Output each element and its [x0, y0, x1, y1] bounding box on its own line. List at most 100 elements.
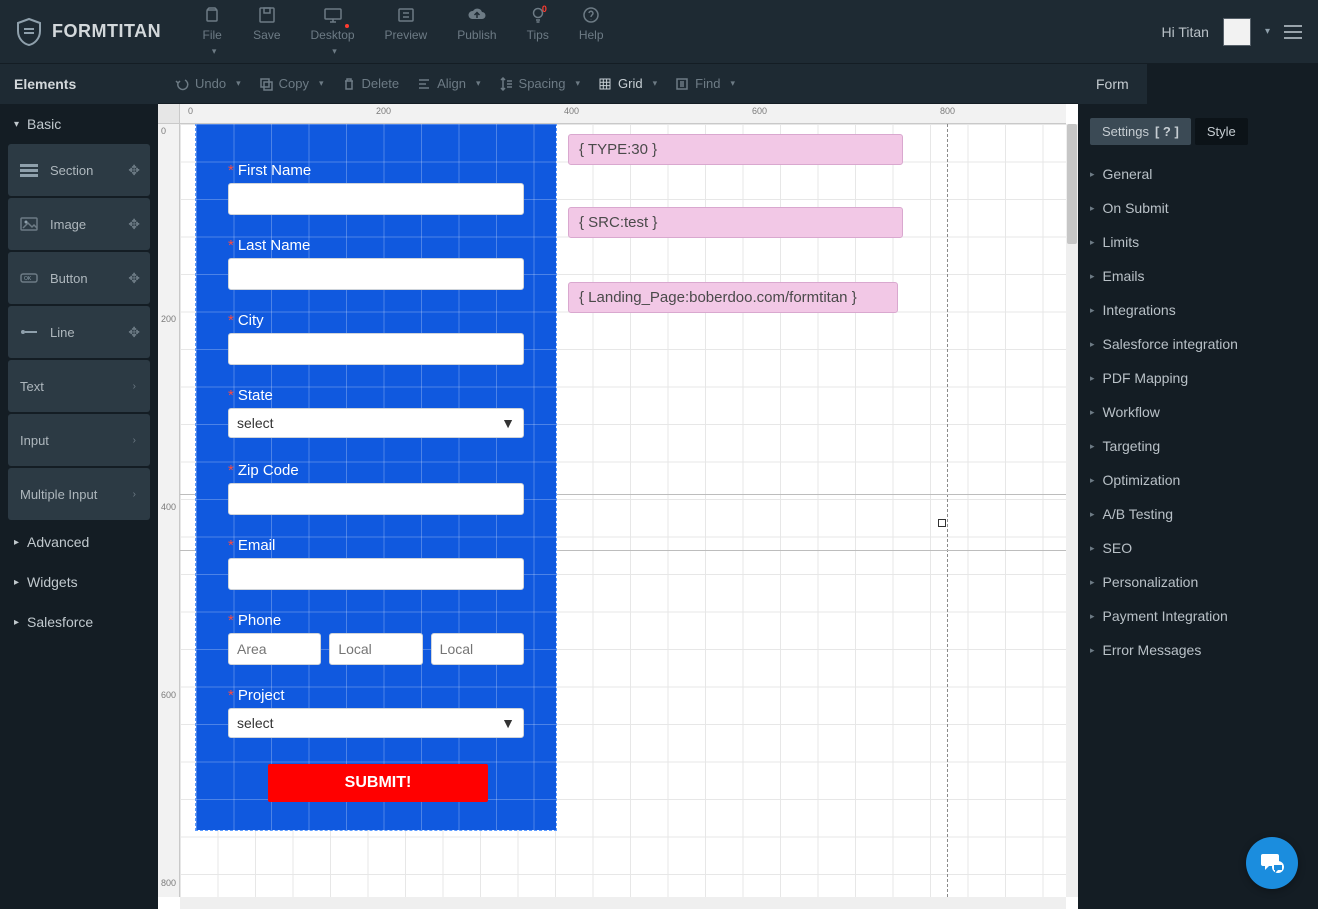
- spacing-button[interactable]: Spacing: [499, 76, 581, 91]
- prop-ab-testing[interactable]: A/B Testing: [1090, 497, 1306, 531]
- input-phone-area[interactable]: [228, 633, 321, 665]
- submit-button[interactable]: SUBMIT!: [268, 764, 488, 802]
- desktop-menu[interactable]: Desktop: [311, 6, 355, 57]
- hidden-field-landing[interactable]: { Landing_Page:boberdoo.com/formtitan }: [568, 282, 898, 313]
- prop-on-submit[interactable]: On Submit: [1090, 191, 1306, 225]
- prop-payment-integration[interactable]: Payment Integration: [1090, 599, 1306, 633]
- form-section[interactable]: *First Name *Last Name *City *State sele…: [196, 124, 556, 830]
- grid-button[interactable]: Grid: [598, 76, 657, 91]
- property-list: General On Submit Limits Emails Integrat…: [1078, 151, 1318, 673]
- elem-image[interactable]: Image✥: [8, 198, 150, 250]
- prop-personalization[interactable]: Personalization: [1090, 565, 1306, 599]
- svg-text:OK: OK: [24, 276, 32, 282]
- top-actions: File Save Desktop Preview Publish Tips 0…: [201, 6, 603, 57]
- category-salesforce[interactable]: Salesforce: [0, 602, 158, 642]
- top-right: Hi Titan ▾: [1162, 18, 1303, 46]
- prop-limits[interactable]: Limits: [1090, 225, 1306, 259]
- tips-button[interactable]: Tips 0: [527, 6, 549, 57]
- preview-button[interactable]: Preview: [385, 6, 428, 57]
- help-button[interactable]: Help: [579, 6, 604, 57]
- label-zip: *Zip Code: [228, 462, 524, 479]
- prop-general[interactable]: General: [1090, 157, 1306, 191]
- field-email[interactable]: *Email: [228, 537, 524, 590]
- prop-workflow[interactable]: Workflow: [1090, 395, 1306, 429]
- prop-pdf-mapping[interactable]: PDF Mapping: [1090, 361, 1306, 395]
- prop-integrations[interactable]: Integrations: [1090, 293, 1306, 327]
- subtab-settings[interactable]: Settings[ ? ]: [1090, 118, 1191, 145]
- find-button[interactable]: Find: [675, 76, 735, 91]
- hidden-field-src[interactable]: { SRC:test }: [568, 207, 903, 238]
- input-zip[interactable]: [228, 483, 524, 515]
- file-menu[interactable]: File: [201, 6, 223, 57]
- scrollbar-thumb[interactable]: [1067, 124, 1077, 244]
- find-icon: [675, 77, 689, 91]
- scrollbar-horizontal[interactable]: [180, 897, 1066, 909]
- field-state[interactable]: *State select▼: [228, 387, 524, 438]
- caret-right-icon: [1090, 271, 1095, 282]
- field-project[interactable]: *Project select▼: [228, 687, 524, 738]
- user-dropdown-icon[interactable]: ▾: [1265, 26, 1270, 37]
- input-phone-local2[interactable]: [431, 633, 524, 665]
- caret-right-icon: [14, 537, 19, 548]
- elem-line[interactable]: Line✥: [8, 306, 150, 358]
- prop-targeting[interactable]: Targeting: [1090, 429, 1306, 463]
- caret-right-icon: [1090, 509, 1095, 520]
- canvas: 0 200 400 600 800 0 200 400 600 800 *Fir…: [158, 104, 1078, 909]
- select-state[interactable]: select▼: [228, 408, 524, 438]
- subtab-style[interactable]: Style: [1195, 118, 1248, 145]
- field-zip[interactable]: *Zip Code: [228, 462, 524, 515]
- input-phone-local1[interactable]: [329, 633, 422, 665]
- save-button[interactable]: Save: [253, 6, 280, 57]
- right-tabs: Form: [1078, 64, 1318, 104]
- canvas-inner[interactable]: *First Name *Last Name *City *State sele…: [180, 124, 1066, 897]
- input-first-name[interactable]: [228, 183, 524, 215]
- align-icon: [417, 77, 431, 91]
- elem-text[interactable]: Text›: [8, 360, 150, 412]
- desktop-icon: [322, 6, 344, 24]
- chat-icon: [1259, 850, 1285, 876]
- prop-optimization[interactable]: Optimization: [1090, 463, 1306, 497]
- prop-error-messages[interactable]: Error Messages: [1090, 633, 1306, 667]
- label-state: *State: [228, 387, 524, 404]
- prop-salesforce-integration[interactable]: Salesforce integration: [1090, 327, 1306, 361]
- select-project[interactable]: select▼: [228, 708, 524, 738]
- tab-form[interactable]: Form: [1078, 64, 1147, 104]
- elem-button[interactable]: OKButton✥: [8, 252, 150, 304]
- category-basic[interactable]: Basic: [0, 104, 158, 144]
- input-city[interactable]: [228, 333, 524, 365]
- left-panel: Elements Basic Section✥ Image✥ OKButton✥…: [0, 64, 158, 909]
- align-button[interactable]: Align: [417, 76, 480, 91]
- prop-seo[interactable]: SEO: [1090, 531, 1306, 565]
- input-email[interactable]: [228, 558, 524, 590]
- hamburger-icon[interactable]: [1284, 25, 1302, 39]
- caret-right-icon: [1090, 441, 1095, 452]
- topbar: FORMTITAN File Save Desktop Preview Publ…: [0, 0, 1318, 64]
- input-last-name[interactable]: [228, 258, 524, 290]
- avatar[interactable]: [1223, 18, 1251, 46]
- undo-button[interactable]: Undo: [175, 76, 241, 91]
- delete-button[interactable]: Delete: [342, 76, 400, 91]
- logo[interactable]: FORMTITAN: [16, 17, 161, 47]
- chevron-right-icon: ›: [133, 489, 136, 500]
- resize-handle[interactable]: [938, 519, 946, 527]
- hidden-field-type[interactable]: { TYPE:30 }: [568, 134, 903, 165]
- field-last-name[interactable]: *Last Name: [228, 237, 524, 290]
- chevron-right-icon: ›: [133, 381, 136, 392]
- label-city: *City: [228, 312, 524, 329]
- elem-input[interactable]: Input›: [8, 414, 150, 466]
- publish-button[interactable]: Publish: [457, 6, 496, 57]
- copy-button[interactable]: Copy: [259, 76, 324, 91]
- chevron-down-icon: ▼: [501, 415, 515, 431]
- button-icon: OK: [20, 271, 38, 285]
- scrollbar-vertical[interactable]: [1066, 124, 1078, 897]
- help-hint[interactable]: [ ? ]: [1155, 124, 1179, 139]
- category-advanced[interactable]: Advanced: [0, 522, 158, 562]
- field-phone[interactable]: *Phone: [228, 612, 524, 665]
- category-widgets[interactable]: Widgets: [0, 562, 158, 602]
- chat-button[interactable]: [1246, 837, 1298, 889]
- elem-section[interactable]: Section✥: [8, 144, 150, 196]
- prop-emails[interactable]: Emails: [1090, 259, 1306, 293]
- elem-multiple-input[interactable]: Multiple Input›: [8, 468, 150, 520]
- field-first-name[interactable]: *First Name: [228, 162, 524, 215]
- field-city[interactable]: *City: [228, 312, 524, 365]
